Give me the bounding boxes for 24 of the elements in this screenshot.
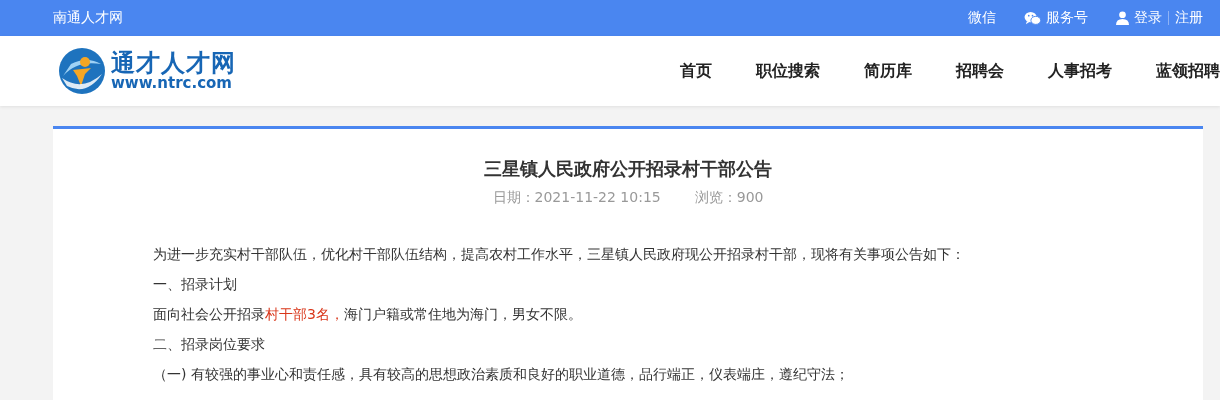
logo-url: www.ntrc.com	[111, 75, 232, 92]
globe-logo-icon	[57, 46, 107, 96]
nav-link[interactable]: 职位搜索	[756, 60, 820, 82]
article-paragraph: 为进一步充实村干部队伍，优化村干部队伍结构，提高农村工作水平，三星镇人民政府现公开招录村干部，现将有关事项公告如下：	[153, 245, 966, 264]
chat-bubbles-icon	[1024, 10, 1041, 26]
top-link[interactable]: 注册	[1175, 9, 1203, 27]
nav-link[interactable]: 首页	[680, 60, 712, 82]
nav-link[interactable]: 简历库	[864, 60, 912, 82]
nav-link[interactable]: 蓝领招聘	[1156, 60, 1220, 82]
nav-link[interactable]: 人事招考	[1048, 60, 1112, 82]
article-paragraph: 面向社会公开招录村干部3名，海门户籍或常住地为海门，男女不限。	[153, 305, 583, 324]
article-title: 三星镇人民政府公开招录村干部公告	[483, 157, 773, 181]
article-paragraph: 二、招录岗位要求	[153, 335, 266, 354]
top-link[interactable]: 服务号	[1024, 9, 1088, 27]
top-link[interactable]: 登录	[1116, 9, 1162, 27]
article-date: 日期：2021-11-22 10:15	[492, 189, 661, 207]
nav-link[interactable]: 招聘会	[956, 60, 1004, 82]
top-link[interactable]: 微信	[968, 9, 996, 27]
logo-title: 通才人才网	[111, 50, 236, 76]
user-icon	[1116, 11, 1129, 25]
site-name: 南通人才网	[53, 9, 123, 27]
article-paragraph: （一) 有较强的事业心和责任感，具有较高的思想政治素质和良好的职业道德，品行端正，仪表端庄，遵纪守法；	[153, 365, 850, 384]
article-paragraph: 一、招录计划	[153, 275, 238, 294]
view-count: 浏览：900	[694, 189, 764, 207]
